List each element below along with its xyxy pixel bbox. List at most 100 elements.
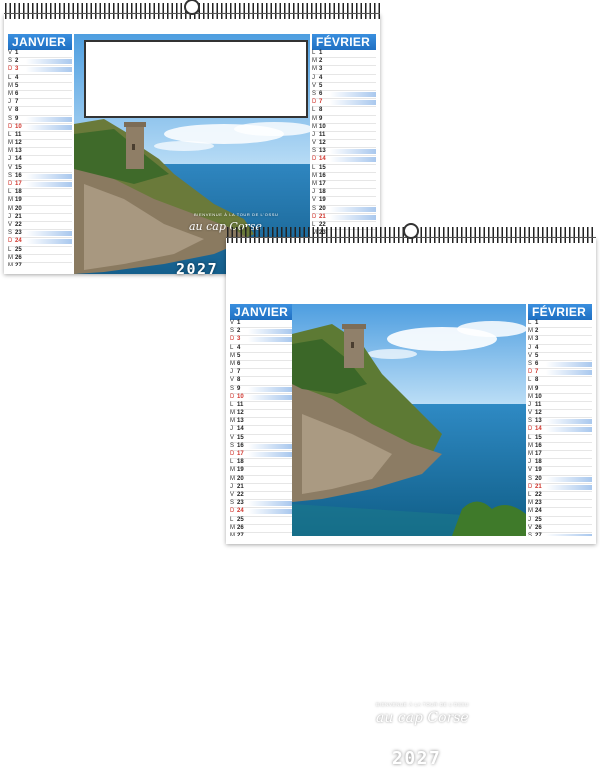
day-row: D7 bbox=[528, 369, 592, 378]
day-row: S6 bbox=[312, 90, 376, 100]
day-row: S2 bbox=[8, 58, 72, 67]
day-row: L4 bbox=[8, 75, 72, 83]
weekday-letter: J bbox=[8, 156, 11, 163]
weekday-letter: J bbox=[528, 401, 531, 408]
day-row: S 16 bbox=[8, 173, 72, 181]
day-number: 27 bbox=[15, 262, 22, 266]
day-row: J 18 bbox=[528, 459, 592, 468]
weekday-letter: L bbox=[8, 246, 12, 253]
day-number: 9 bbox=[319, 115, 323, 122]
day-row: M 17 bbox=[528, 451, 592, 460]
weekend-band bbox=[248, 452, 292, 457]
weekday-letter: M bbox=[528, 500, 533, 507]
weekday-letter: S bbox=[230, 385, 235, 392]
day-row: L1 bbox=[312, 50, 376, 59]
weekday-letter: V bbox=[8, 221, 13, 228]
day-row: J7 bbox=[230, 369, 292, 378]
day-number: 4 bbox=[535, 344, 539, 351]
weekday-letter: S bbox=[312, 148, 317, 155]
calendar-front: JANVIER V 1 S 2 D 3 L 4 M 5 M 6 J 7 V 8 S 9 D 10 L 11 M 12 M 13 J 1… bbox=[226, 223, 596, 769]
weekday-letter: M bbox=[230, 475, 235, 482]
day-number: 6 bbox=[319, 90, 323, 97]
weekday-letter: D bbox=[8, 238, 13, 245]
day-row: M 27 bbox=[8, 263, 72, 266]
weekend-band bbox=[248, 329, 292, 335]
day-number: 21 bbox=[237, 483, 244, 490]
weekday-letter: S bbox=[528, 532, 533, 536]
day-row: L 25 bbox=[8, 247, 72, 255]
day-row: D 24 bbox=[8, 238, 72, 247]
weekday-letter: J bbox=[312, 74, 315, 81]
day-number: 1 bbox=[237, 320, 241, 326]
weekday-letter: J bbox=[8, 99, 11, 106]
day-number: 26 bbox=[15, 254, 22, 261]
day-number: 5 bbox=[319, 82, 323, 89]
day-row: V 22 bbox=[230, 492, 292, 501]
day-number: 2 bbox=[319, 58, 323, 65]
day-number: 24 bbox=[237, 508, 244, 515]
weekend-band bbox=[546, 533, 592, 536]
weekday-letter: V bbox=[230, 377, 235, 384]
day-number: 27 bbox=[237, 532, 244, 536]
weekend-band bbox=[26, 239, 72, 245]
weekday-letter: M bbox=[312, 115, 317, 122]
weekday-letter: D bbox=[312, 99, 317, 106]
day-number: 14 bbox=[535, 426, 542, 433]
day-number: 16 bbox=[15, 172, 22, 179]
day-row: D 21 bbox=[528, 484, 592, 492]
weekend-band bbox=[546, 484, 592, 490]
day-number: 25 bbox=[237, 516, 244, 523]
day-number: 21 bbox=[535, 483, 542, 490]
weekday-letter: V bbox=[312, 82, 317, 89]
weekday-letter: V bbox=[528, 410, 533, 417]
day-row: M 26 bbox=[8, 255, 72, 263]
day-number: 13 bbox=[535, 418, 542, 425]
day-number: 6 bbox=[237, 360, 241, 367]
day-row: M5 bbox=[8, 83, 72, 91]
february-days: L 1 M 2 M 3 J 4 V 5 S 6 D 7 L 8 M 9 M 10 J 11 V 12 S 13 D 14 L 15 M 16 M… bbox=[528, 320, 592, 536]
day-number: 15 bbox=[237, 434, 244, 441]
weekday-letter: M bbox=[528, 508, 533, 515]
weekday-letter: M bbox=[230, 360, 235, 367]
day-number: 7 bbox=[15, 99, 19, 106]
day-row: D 10 bbox=[230, 394, 292, 402]
day-number: 7 bbox=[319, 99, 323, 106]
january-days: V 1 S 2 D 3 L 4 M 5 M 6 J 7 V 8 S 9 D 10 L 11 M 12 M 13 J 14 V 15 S 16 D… bbox=[230, 320, 292, 536]
day-number: 10 bbox=[535, 393, 542, 400]
day-number: 20 bbox=[319, 205, 326, 212]
day-row: L8 bbox=[312, 107, 376, 116]
weekday-letter: J bbox=[312, 189, 315, 196]
day-number: 24 bbox=[15, 238, 22, 245]
weekday-letter: M bbox=[230, 532, 235, 536]
day-number: 20 bbox=[535, 475, 542, 482]
february-column: FÉVRIER L 1 M 2 M 3 J 4 V 5 S 6 D 7 L 8 M 9 M 10 J 11 V 12 S 13 D 1… bbox=[528, 304, 592, 536]
weekday-letter: M bbox=[312, 66, 317, 73]
day-row: D3 bbox=[230, 336, 292, 345]
weekday-letter: S bbox=[528, 360, 533, 367]
day-row: S9 bbox=[8, 116, 72, 124]
day-number: 4 bbox=[319, 74, 323, 81]
weekday-letter: D bbox=[8, 181, 13, 187]
weekday-letter: M bbox=[528, 451, 533, 457]
day-row: J 21 bbox=[230, 484, 292, 492]
day-row: M9 bbox=[528, 386, 592, 394]
weekday-letter: L bbox=[230, 344, 234, 351]
weekday-letter: M bbox=[528, 442, 533, 449]
weekday-letter: D bbox=[230, 336, 235, 343]
weekday-letter: M bbox=[8, 140, 13, 147]
weekday-letter: V bbox=[8, 50, 13, 56]
day-number: 10 bbox=[15, 123, 22, 130]
day-number: 9 bbox=[237, 385, 241, 392]
weekday-letter: V bbox=[8, 164, 13, 171]
weekday-letter: V bbox=[312, 140, 317, 147]
weekday-letter: L bbox=[528, 434, 532, 441]
weekend-band bbox=[248, 386, 292, 392]
day-number: 12 bbox=[237, 410, 244, 417]
weekday-letter: S bbox=[312, 205, 317, 212]
weekday-letter: M bbox=[230, 418, 235, 425]
day-row: D 10 bbox=[8, 124, 72, 132]
tagline-main: au cap Corse bbox=[376, 710, 469, 726]
day-row: D 21 bbox=[312, 214, 376, 222]
weekend-band bbox=[546, 476, 592, 482]
day-number: 11 bbox=[535, 401, 542, 408]
